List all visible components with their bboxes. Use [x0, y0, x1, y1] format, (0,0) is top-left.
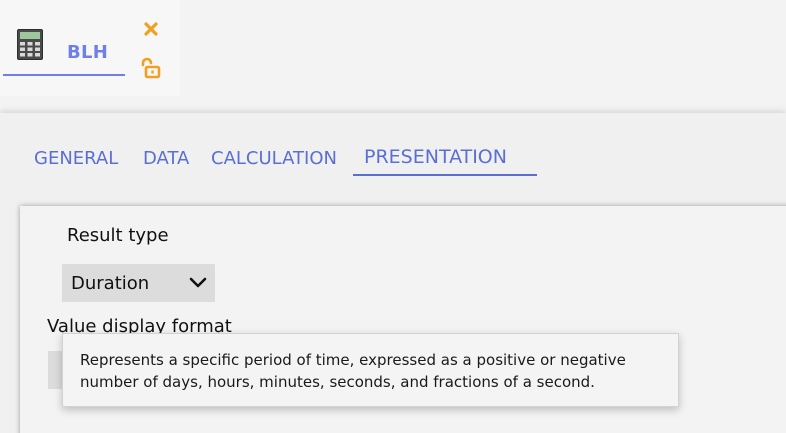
- tab-general[interactable]: GENERAL: [34, 148, 118, 169]
- page: BLH GENERAL DATA CALCULATION PRESENTATIO…: [0, 0, 786, 433]
- tooltip-line-2: number of days, hours, minutes, seconds,…: [80, 373, 595, 391]
- result-type-label: Result type: [67, 225, 169, 246]
- unlock-icon[interactable]: [139, 57, 161, 79]
- tab-bar: GENERAL DATA CALCULATION PRESENTATION: [0, 113, 786, 183]
- item-tab[interactable]: BLH: [0, 0, 180, 96]
- calculator-icon: [17, 29, 43, 60]
- tab-data[interactable]: DATA: [143, 148, 189, 169]
- tab-presentation[interactable]: PRESENTATION: [364, 146, 507, 168]
- result-type-value: Duration: [71, 273, 150, 294]
- result-type-tooltip: Represents a specific period of time, ex…: [62, 333, 679, 407]
- item-tab-label: BLH: [67, 42, 109, 63]
- tab-calculation[interactable]: CALCULATION: [211, 148, 337, 169]
- result-type-select[interactable]: Duration: [62, 264, 215, 302]
- chevron-down-icon: [189, 277, 207, 288]
- close-icon[interactable]: [141, 19, 161, 39]
- tooltip-line-1: Represents a specific period of time, ex…: [80, 351, 626, 369]
- item-tab-underline: [3, 74, 125, 76]
- active-tab-indicator: [353, 174, 537, 176]
